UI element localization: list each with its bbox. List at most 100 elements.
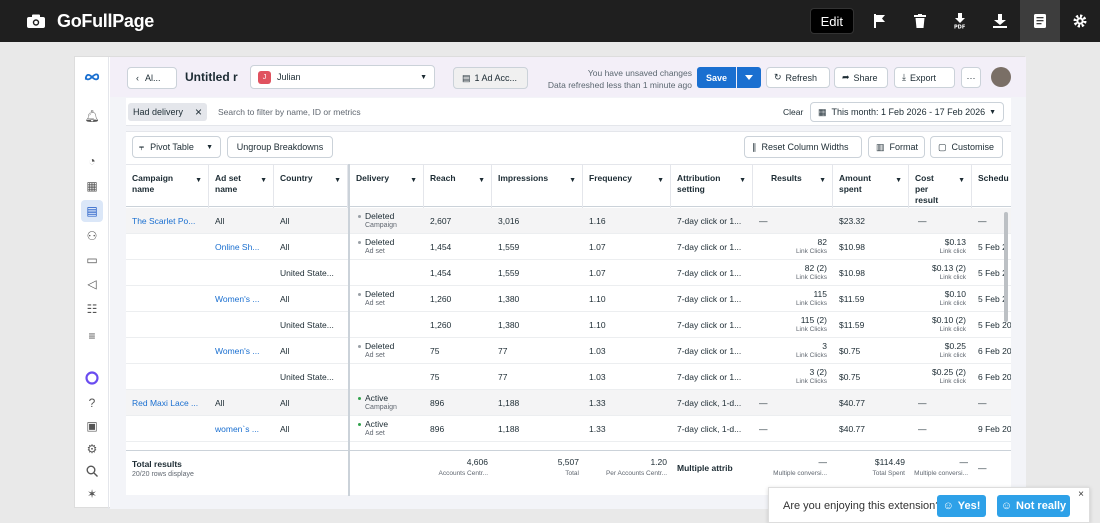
save-options-button[interactable] bbox=[737, 67, 761, 88]
total-reach-sub: Accounts Centr... bbox=[438, 470, 489, 477]
caret-down-icon[interactable]: ▼ bbox=[410, 175, 417, 186]
network-icon[interactable]: ☷ bbox=[84, 301, 100, 317]
not-really-button[interactable]: ☺ Not really bbox=[997, 495, 1070, 517]
billing-icon[interactable]: ▭ bbox=[84, 252, 100, 268]
format-button[interactable]: ▥ Format bbox=[868, 136, 925, 158]
pdf-download-icon[interactable]: PDF bbox=[940, 0, 980, 42]
cell-campaign[interactable]: Red Maxi Lace ... bbox=[126, 390, 209, 416]
column-header-campaign-name[interactable]: Campaign name ▼ bbox=[126, 165, 209, 208]
bell-icon[interactable]: 🔔︎ bbox=[84, 108, 100, 124]
vertical-scrollbar[interactable] bbox=[1004, 212, 1008, 322]
share-button[interactable]: ➦ Share bbox=[834, 67, 888, 88]
gauge-icon[interactable]: ◔ bbox=[84, 153, 100, 169]
ungroup-breakdowns-button[interactable]: Ungroup Breakdowns bbox=[227, 136, 333, 158]
table-row[interactable]: United State... 75 77 1.03 7-day click or 1.… bbox=[126, 364, 1011, 390]
grid-icon[interactable]: ▦ bbox=[84, 178, 100, 194]
caret-down-icon[interactable]: ▼ bbox=[569, 175, 576, 186]
table-row[interactable]: United State... 1,454 1,559 1.07 7-day click… bbox=[126, 260, 1011, 286]
column-header-amount-spent[interactable]: Amount spent ▼ bbox=[833, 165, 909, 208]
date-range-selector[interactable]: ▦ This month: 1 Feb 2026 - 17 Feb 2026 ▼ bbox=[810, 102, 1004, 122]
results-metric: Link Clicks bbox=[795, 300, 827, 307]
cell-impr: 1,559 bbox=[498, 268, 520, 278]
column-header-cost-per-result[interactable]: Cost per result ▼ bbox=[909, 165, 972, 208]
download-icon[interactable] bbox=[980, 0, 1020, 42]
table-row[interactable]: women`s ... All Active Ad set 896 1,188 1.33 7-… bbox=[126, 416, 1011, 442]
total-spent-value: $114.49 bbox=[874, 457, 905, 467]
close-icon[interactable]: × bbox=[1078, 489, 1084, 500]
caret-down-icon[interactable]: ▼ bbox=[657, 175, 664, 186]
back-button[interactable]: ‹ Al... bbox=[127, 67, 177, 89]
cell-reach: 2,607 bbox=[430, 216, 452, 226]
clear-button[interactable]: Clear bbox=[783, 107, 803, 117]
pivot-table-button[interactable]: ⫧ Pivot Table ▼ bbox=[132, 136, 221, 158]
caret-down-icon[interactable]: ▼ bbox=[739, 175, 746, 186]
results-value: 115 bbox=[813, 289, 827, 299]
cell-adset[interactable]: Women's ... bbox=[209, 338, 274, 364]
column-header-country[interactable]: Country ▼ bbox=[274, 165, 348, 208]
column-header-reach[interactable]: Reach ▼ bbox=[424, 165, 492, 208]
cell-adset[interactable]: Online Sh... bbox=[209, 234, 274, 260]
meta-ai-icon[interactable] bbox=[84, 370, 100, 386]
cell-adset: All bbox=[215, 398, 225, 408]
close-icon[interactable]: × bbox=[195, 105, 202, 119]
cell-adset[interactable]: Women's ... bbox=[209, 286, 274, 312]
search-input[interactable]: Search to filter by name, ID or metrics bbox=[218, 107, 361, 117]
trash-icon[interactable] bbox=[900, 0, 940, 42]
report-title[interactable]: Untitled r bbox=[185, 70, 238, 84]
table-row[interactable]: Online Sh... All Deleted Ad set 1,454 1,559 1.… bbox=[126, 234, 1011, 260]
audience-icon[interactable]: ⚇ bbox=[84, 228, 100, 244]
cell-adset[interactable]: women`s ... bbox=[209, 416, 274, 442]
account-avatar: J bbox=[258, 70, 271, 84]
caret-down-icon[interactable]: ▼ bbox=[478, 175, 485, 186]
bug-icon[interactable]: ✶ bbox=[84, 486, 100, 502]
export-button[interactable]: ⤓ Export bbox=[894, 67, 955, 88]
column-header-ad-set-name[interactable]: Ad set name ▼ bbox=[209, 165, 274, 208]
column-header-attribution-setting[interactable]: Attribution setting ▼ bbox=[671, 165, 753, 208]
cell-freq: 1.03 bbox=[589, 372, 606, 382]
news-icon[interactable]: ▣ bbox=[84, 418, 100, 434]
pivot-label: Pivot Table bbox=[150, 142, 194, 152]
caret-down-icon[interactable]: ▼ bbox=[819, 175, 826, 186]
filter-chip[interactable]: Had delivery × bbox=[128, 103, 207, 121]
caret-down-icon[interactable]: ▼ bbox=[334, 175, 341, 186]
column-header-delivery[interactable]: Delivery ▼ bbox=[350, 165, 424, 208]
megaphone-icon[interactable]: ◁ bbox=[84, 276, 100, 292]
table-row[interactable]: The Scarlet Po... All All Deleted Campaign 2,… bbox=[126, 208, 1011, 234]
cell-freq: 1.10 bbox=[589, 294, 606, 304]
more-options-button[interactable]: ··· bbox=[961, 67, 981, 88]
caret-down-icon[interactable]: ▼ bbox=[958, 175, 965, 186]
table-row[interactable]: Red Maxi Lace ... All All Active Campaign 896… bbox=[126, 390, 1011, 416]
column-header-results[interactable]: Results ▼ bbox=[753, 165, 833, 208]
total-cpr-sub: Multiple conversi... bbox=[914, 470, 968, 477]
column-header-frequency[interactable]: Frequency ▼ bbox=[583, 165, 671, 208]
caret-down-icon[interactable]: ▼ bbox=[195, 175, 202, 186]
format-label: Format bbox=[889, 142, 919, 152]
customise-button[interactable]: ▢ Customise bbox=[930, 136, 1003, 158]
menu-icon[interactable]: ≡ bbox=[84, 328, 100, 344]
gear-icon[interactable] bbox=[1060, 0, 1100, 42]
cell-attr: 7-day click or 1... bbox=[677, 242, 742, 252]
refresh-button[interactable]: ↻ Refresh bbox=[766, 67, 830, 88]
account-selector[interactable]: J Julian ▼ bbox=[250, 65, 435, 89]
yes-button[interactable]: ☺ Yes! bbox=[937, 495, 986, 517]
caret-down-icon[interactable]: ▼ bbox=[895, 175, 902, 186]
settings-icon[interactable]: ⚙ bbox=[84, 441, 100, 457]
table-row[interactable]: Women's ... All Deleted Ad set 75 77 1.03 7-day… bbox=[126, 338, 1011, 364]
column-header-schedule[interactable]: Schedu bbox=[972, 165, 1011, 208]
document-icon[interactable] bbox=[1020, 0, 1060, 42]
search-icon[interactable] bbox=[84, 463, 100, 479]
frozen-column-divider[interactable] bbox=[348, 164, 350, 496]
caret-down-icon[interactable]: ▼ bbox=[260, 175, 267, 186]
table-row[interactable]: Women's ... All Deleted Ad set 1,260 1,380 1.1… bbox=[126, 286, 1011, 312]
save-button[interactable]: Save bbox=[697, 67, 736, 88]
reset-column-widths-button[interactable]: ∥ Reset Column Widths bbox=[744, 136, 862, 158]
help-icon[interactable]: ? bbox=[84, 395, 100, 411]
edit-button[interactable]: Edit bbox=[809, 8, 854, 34]
reports-icon[interactable]: ▤ bbox=[81, 200, 103, 222]
flag-icon[interactable] bbox=[860, 0, 900, 42]
cell-campaign[interactable]: The Scarlet Po... bbox=[126, 208, 209, 234]
table-row[interactable]: United State... 1,260 1,380 1.10 7-day click… bbox=[126, 312, 1011, 338]
column-header-impressions[interactable]: Impressions ▼ bbox=[492, 165, 583, 208]
meta-logo-icon[interactable] bbox=[84, 69, 100, 85]
user-avatar[interactable] bbox=[991, 67, 1011, 87]
